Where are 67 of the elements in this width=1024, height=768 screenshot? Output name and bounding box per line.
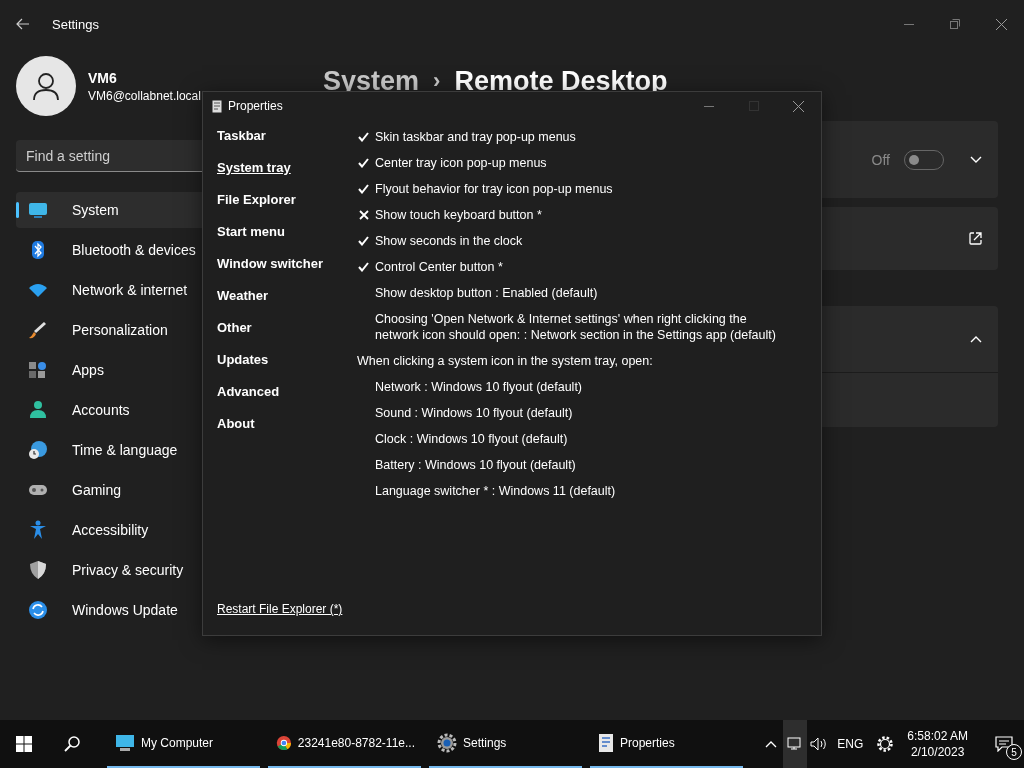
taskbar-app[interactable]: Settings [429,720,582,768]
nav-tab[interactable]: About [217,416,255,432]
nav-icon [28,440,48,460]
sidebar-item[interactable]: Accessibility [16,512,296,548]
option-text[interactable]: Sound : Windows 10 flyout (default) [375,405,573,421]
option-text: When clicking a system icon in the system tray, open: [357,353,653,369]
avatar [16,56,76,116]
option-text[interactable]: Clock : Windows 10 flyout (default) [375,431,568,447]
nav-tab[interactable]: Window switcher [217,256,324,272]
nav-icon [28,560,48,580]
nav-tab[interactable]: Weather [217,288,269,304]
clock[interactable]: 6:58:02 AM 2/10/2023 [907,729,968,759]
option-text: Control Center button * [375,259,503,275]
monitor-icon [115,734,135,752]
taskbar-app[interactable]: Properties [590,720,743,768]
message-icon[interactable] [995,736,1013,752]
network-icon[interactable] [783,720,808,768]
option-text: Show seconds in the clock [375,233,523,249]
user-name: VM6 [88,69,118,86]
option-text: Show touch keyboard button * [375,207,542,223]
chevron-up-icon[interactable] [970,335,982,343]
nav-tab[interactable]: Other [217,320,252,336]
toggle-label: Off [871,151,890,168]
restore-icon[interactable] [950,19,960,29]
nav-icon [28,200,48,220]
minimize-icon[interactable] [703,105,714,107]
option-text[interactable]: Show desktop button : Enabled (default) [375,285,598,301]
external-link-icon[interactable] [969,232,982,245]
language-indicator[interactable]: ENG [837,737,864,751]
sidebar-item[interactable]: Privacy & security [16,552,296,588]
minimize-icon[interactable] [904,23,914,25]
option-text[interactable]: Network : Windows 10 flyout (default) [375,379,583,395]
breadcrumb-separator: › [433,68,441,94]
close-icon[interactable] [793,100,804,112]
windows-logo-icon[interactable] [16,736,32,752]
option-text: Flyout behavior for tray icon pop-up menus [375,181,613,197]
nav-icon [28,600,48,620]
taskbar-app[interactable]: 23241e80-8782-11e... [268,720,421,768]
option-text[interactable]: Choosing 'Open Network & Internet settings' when right clicking the network icon should open: : Network section in the Settings app (default) [375,311,780,343]
user-email: VM6@collabnet.local [88,88,201,103]
option-text: Center tray icon pop-up menus [375,155,547,171]
search-icon[interactable] [64,736,80,752]
sidebar-item[interactable]: Gaming [16,472,296,508]
close-icon[interactable] [995,18,1007,30]
document-icon [598,733,614,753]
chevron-down-icon[interactable] [970,155,982,164]
nav-icon [28,520,48,540]
back-arrow-icon[interactable] [16,18,30,30]
option-text[interactable]: Battery : Windows 10 flyout (default) [375,457,576,473]
nav-tab[interactable]: Updates [217,352,269,368]
nav-tab[interactable]: Advanced [217,384,280,400]
nav-tab[interactable]: File Explorer [217,192,296,208]
restart-link[interactable]: Restart File Explorer (*) [217,602,343,616]
gear-icon [437,733,457,753]
option-text: Skin taskbar and tray pop-up menus [375,129,576,145]
nav-icon [28,400,48,420]
window-title: Properties [228,99,283,113]
nav-icon [28,320,48,340]
option-text[interactable]: Language switcher * : Windows 11 (default) [375,483,616,499]
page-title: Remote Desktop [454,65,668,97]
window-title: Settings [52,16,99,32]
browser-icon [276,733,292,753]
taskbar-app[interactable]: My Computer [107,720,260,768]
document-icon [212,99,222,113]
sidebar-item[interactable]: Time & language [16,432,296,468]
notification-badge: 5 [1006,744,1022,760]
nav-icon [28,360,48,380]
